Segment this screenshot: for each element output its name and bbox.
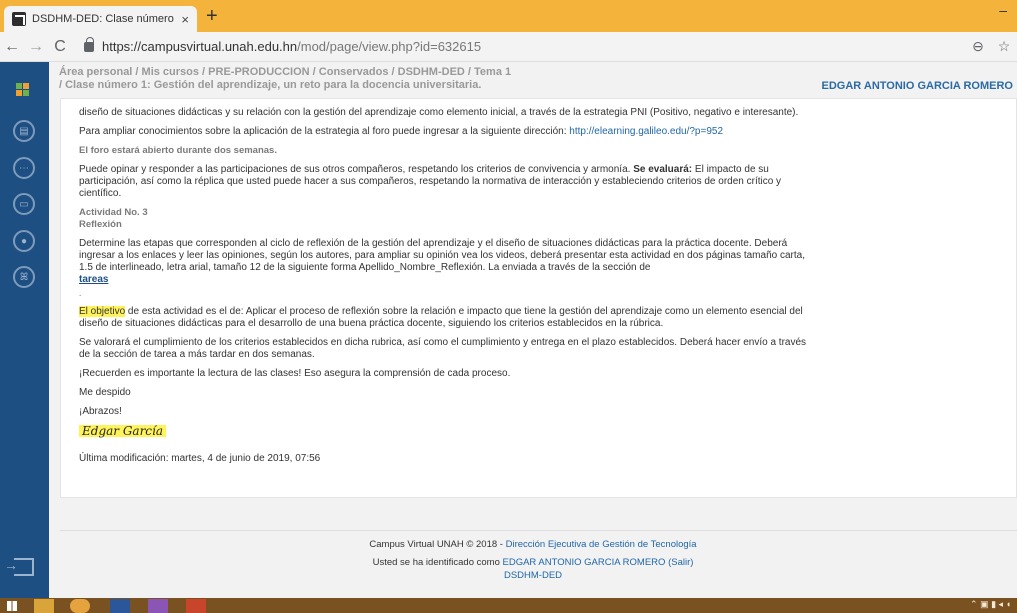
- page-footer: Campus Virtual UNAH © 2018 - Dirección E…: [49, 538, 1017, 582]
- zoom-icon[interactable]: ⊖: [965, 38, 991, 55]
- breadcrumb: Área personal / Mis cursos / PRE-PRODUCC…: [49, 62, 1017, 98]
- tech-direction-link[interactable]: Dirección Ejecutiva de Gestión de Tecnol…: [506, 539, 697, 550]
- paragraph: Se valorará el cumplimiento de los crite…: [79, 337, 807, 360]
- url-host: https://campusvirtual.unah.edu.hn: [102, 39, 298, 54]
- user-menu[interactable]: EDGAR ANTONIO GARCIA ROMERO: [822, 80, 1014, 92]
- paragraph: .: [79, 289, 82, 298]
- side-navigation: ▤ ⋯ ▭ ● ꕤ: [0, 62, 49, 598]
- forum-notice: El foro estará abierto durante dos seman…: [79, 145, 277, 156]
- site-favicon-icon: [12, 12, 26, 26]
- moodle-logo-icon[interactable]: [16, 83, 33, 100]
- signature: Edgar García: [79, 425, 809, 439]
- paragraph-text: Para ampliar conocimientos sobre la apli…: [79, 126, 570, 137]
- logout-icon[interactable]: [4, 557, 34, 576]
- activity-subtitle: Reflexión: [79, 219, 122, 230]
- signature-image: Edgar García: [79, 425, 167, 437]
- logout-link[interactable]: EDGAR ANTONIO GARCIA ROMERO (Salir): [503, 557, 694, 568]
- paragraph: Me despido: [79, 387, 131, 398]
- tareas-link[interactable]: tareas: [79, 274, 108, 285]
- paragraph-bold: Se evaluará:: [633, 164, 693, 175]
- browser-tab-bar: DSDHM-DED: Clase número 1: G × + –: [0, 0, 1017, 32]
- chat-icon[interactable]: ●: [13, 230, 35, 252]
- paragraph: diseño de situaciones didácticas y su re…: [79, 107, 799, 118]
- page-content-card: diseño de situaciones didácticas y su re…: [60, 98, 1017, 498]
- address-bar: ← → C https://campusvirtual.unah.edu.hn /…: [0, 32, 1017, 62]
- paragraph: Para ampliar conocimientos sobre la apli…: [79, 126, 809, 138]
- new-tab-button[interactable]: +: [206, 5, 218, 28]
- system-tray-icon[interactable]: ⌃ ▣ ▮ ◂ ◖: [970, 599, 1011, 610]
- chrome-icon[interactable]: [70, 599, 90, 613]
- paragraph-text: de esta actividad es el de: Aplicar el p…: [79, 306, 803, 329]
- page-content: diseño de situaciones didácticas y su re…: [79, 107, 809, 472]
- minimize-button[interactable]: –: [999, 2, 1007, 18]
- url-path: /mod/page/view.php?id=632615: [297, 39, 482, 54]
- activity-title: Actividad No. 3: [79, 207, 148, 218]
- calendar-icon[interactable]: ▭: [13, 193, 35, 215]
- highlight-text: El objetivo: [79, 306, 126, 317]
- paragraph: Determine las etapas que corresponden al…: [79, 238, 809, 286]
- dashboard-icon[interactable]: ▤: [13, 120, 35, 142]
- paragraph: ¡Recuerden es importante la lectura de l…: [79, 368, 511, 379]
- footer-line-1: Campus Virtual UNAH © 2018 - Dirección E…: [49, 538, 1017, 551]
- file-explorer-icon[interactable]: [34, 599, 54, 613]
- tab-close-icon[interactable]: ×: [181, 12, 189, 27]
- paragraph-text: Determine las etapas que corresponden al…: [79, 238, 805, 273]
- paragraph-text: Puede opinar y responder a las participa…: [79, 164, 634, 175]
- lock-icon: [84, 36, 94, 52]
- breadcrumb-line-2[interactable]: / Clase número 1: Gestión del aprendizaj…: [59, 79, 511, 92]
- back-button[interactable]: ←: [0, 38, 24, 56]
- forward-button[interactable]: →: [24, 38, 48, 56]
- powerpoint-icon[interactable]: [186, 599, 206, 613]
- word-icon[interactable]: [110, 599, 130, 613]
- breadcrumb-trail[interactable]: Área personal / Mis cursos / PRE-PRODUCC…: [59, 66, 511, 92]
- participants-icon[interactable]: ꕤ: [13, 266, 35, 288]
- footer-line-2: Usted se ha identificado como EDGAR ANTO…: [49, 556, 1017, 569]
- bookmark-star-icon[interactable]: ☆: [991, 38, 1017, 55]
- footer-line-3: DSDHM-DED: [49, 569, 1017, 582]
- paragraph: Puede opinar y responder a las participa…: [79, 164, 809, 200]
- browser-tab[interactable]: DSDHM-DED: Clase número 1: G ×: [4, 6, 197, 32]
- windows-start-icon[interactable]: [4, 599, 24, 613]
- reload-button[interactable]: C: [48, 38, 72, 56]
- os-taskbar: ⌃ ▣ ▮ ◂ ◖: [0, 598, 1017, 613]
- footer-text: Usted se ha identificado como: [372, 557, 503, 568]
- breadcrumb-line-1[interactable]: Área personal / Mis cursos / PRE-PRODUCC…: [59, 66, 511, 79]
- footer-divider: [60, 530, 1017, 531]
- onenote-icon[interactable]: [148, 599, 168, 613]
- tab-title: DSDHM-DED: Clase número 1: G: [32, 13, 177, 25]
- paragraph: El objetivo de esta actividad es el de: …: [79, 306, 809, 330]
- galileo-link[interactable]: http://elearning.galileo.edu/?p=952: [569, 126, 723, 137]
- paragraph: ¡Abrazos!: [79, 406, 122, 417]
- course-link[interactable]: DSDHM-DED: [504, 570, 562, 581]
- url-field[interactable]: https://campusvirtual.unah.edu.hn/mod/pa…: [84, 36, 965, 54]
- footer-text: Campus Virtual UNAH © 2018 -: [369, 539, 506, 550]
- share-icon[interactable]: ⋯: [13, 157, 35, 179]
- last-modified: Última modificación: martes, 4 de junio …: [79, 453, 321, 464]
